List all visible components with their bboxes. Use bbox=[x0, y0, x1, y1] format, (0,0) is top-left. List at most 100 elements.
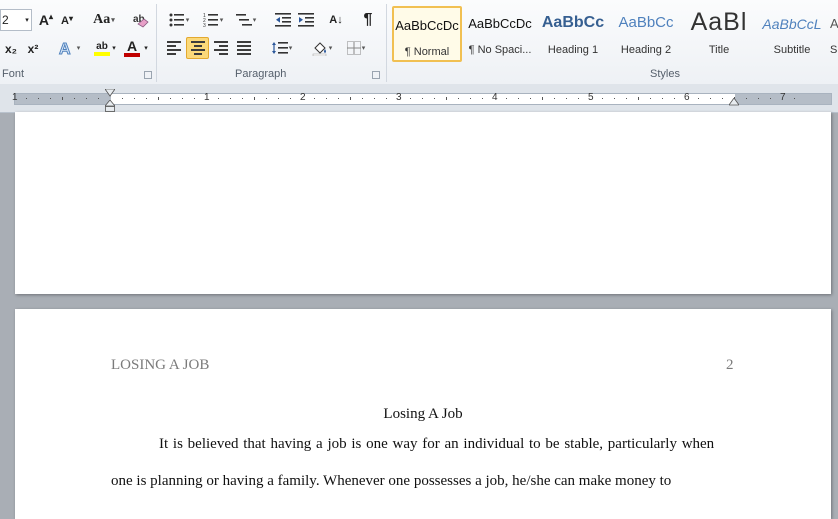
grow-font-button[interactable]: A ▴ bbox=[37, 9, 55, 31]
style-sample: Aa bbox=[830, 16, 838, 31]
increase-indent-button[interactable] bbox=[296, 9, 316, 31]
document-page-2[interactable]: LOSING A JOB 2 Losing A Job It is believ… bbox=[15, 309, 831, 519]
ruler-tick bbox=[746, 98, 747, 99]
clear-formatting-button[interactable]: ab bbox=[131, 9, 151, 31]
shading-button[interactable]: ▾ bbox=[308, 37, 336, 59]
align-center-icon bbox=[190, 39, 205, 57]
style-sample: AaBbCcL bbox=[762, 16, 822, 32]
highlight-icon: ab bbox=[96, 40, 108, 52]
line-spacing-icon bbox=[271, 42, 288, 54]
paragraph-group-label: Paragraph bbox=[235, 68, 287, 80]
font-dialog-launcher-icon[interactable] bbox=[144, 71, 152, 79]
style-name: Heading 1 bbox=[547, 44, 599, 56]
ruler-number: 2 bbox=[300, 92, 306, 103]
ruler-tick bbox=[578, 98, 579, 99]
highlight-dropdown-icon[interactable]: ▾ bbox=[109, 37, 119, 59]
show-formatting-marks-button[interactable]: ¶ bbox=[358, 9, 378, 31]
font-group-label: Font bbox=[2, 68, 25, 80]
change-case-button[interactable]: Aa ▾ bbox=[89, 9, 119, 31]
ruler-tick bbox=[50, 98, 51, 99]
first-line-indent-marker-icon[interactable] bbox=[105, 89, 115, 97]
ruler-tick bbox=[638, 97, 639, 100]
decrease-indent-icon bbox=[275, 13, 291, 27]
borders-button[interactable]: ▾ bbox=[342, 37, 370, 59]
increase-indent-icon bbox=[298, 13, 314, 27]
numbering-button[interactable]: 1 2 3 ▾ bbox=[198, 9, 228, 31]
style-sample: AaBl bbox=[690, 8, 748, 36]
font-size-dropdown-icon[interactable]: ▾ bbox=[22, 9, 32, 31]
align-right-icon bbox=[214, 39, 228, 57]
ruler-tick bbox=[710, 98, 711, 99]
align-center-button[interactable] bbox=[186, 37, 209, 59]
hanging-indent-marker-icon[interactable] bbox=[105, 100, 115, 112]
ruler-number: 5 bbox=[588, 92, 594, 103]
style-name: Title bbox=[708, 44, 730, 56]
ruler-tick bbox=[410, 98, 411, 99]
bullets-icon bbox=[169, 13, 184, 27]
superscript-icon: x² bbox=[27, 42, 39, 56]
style-subtle-emphasis[interactable]: Aa Su bbox=[830, 6, 838, 62]
subscript-button[interactable]: x₂ bbox=[2, 38, 20, 60]
group-separator bbox=[156, 4, 157, 82]
text-effects-button[interactable]: A ▾ bbox=[55, 37, 83, 59]
font-color-swatch bbox=[124, 52, 140, 57]
ruler-tick bbox=[158, 97, 159, 100]
svg-text:A: A bbox=[59, 41, 71, 57]
style-subtitle[interactable]: AaBbCcL Subtitle bbox=[757, 6, 827, 62]
style-no-spacing[interactable]: AaBbCcDc ¶ No Spaci... bbox=[465, 6, 535, 62]
font-color-button[interactable]: A bbox=[121, 37, 143, 59]
decrease-indent-button[interactable] bbox=[273, 9, 293, 31]
styles-gallery: AaBbCcDc ¶ Normal AaBbCcDc ¶ No Spaci...… bbox=[390, 3, 838, 65]
font-color-dropdown-icon[interactable]: ▾ bbox=[141, 37, 151, 59]
ruler-tick bbox=[422, 98, 423, 99]
horizontal-ruler[interactable]: 1 1 2 3 4 5 6 7 bbox=[0, 84, 838, 113]
ruler-tick bbox=[290, 98, 291, 99]
style-heading-1[interactable]: AaBbCc Heading 1 bbox=[538, 6, 608, 62]
ruler-tick bbox=[326, 98, 327, 99]
ruler-tick bbox=[626, 98, 627, 99]
style-heading-2[interactable]: AaBbCc Heading 2 bbox=[611, 6, 681, 62]
numbering-icon: 123 bbox=[203, 13, 218, 27]
pilcrow-icon: ¶ bbox=[363, 11, 373, 28]
justify-icon bbox=[237, 39, 251, 57]
ruler-tick bbox=[350, 97, 351, 100]
align-left-icon bbox=[167, 39, 181, 57]
ruler-tick bbox=[98, 98, 99, 99]
superscript-button[interactable]: x² bbox=[24, 38, 42, 60]
ruler-tick bbox=[230, 98, 231, 99]
ruler-strip bbox=[14, 93, 832, 105]
ruler-tick bbox=[446, 97, 447, 100]
ruler-number: 1 bbox=[12, 92, 18, 103]
body-text-line: It is believed that having a job is one … bbox=[159, 436, 715, 452]
ruler-number: 6 bbox=[684, 92, 690, 103]
style-normal[interactable]: AaBbCcDc ¶ Normal bbox=[392, 6, 462, 62]
align-right-button[interactable] bbox=[210, 37, 232, 59]
ruler-tick bbox=[386, 98, 387, 99]
align-left-button[interactable] bbox=[163, 37, 185, 59]
ruler-tick bbox=[722, 98, 723, 99]
multilevel-list-button[interactable]: ▾ bbox=[232, 9, 260, 31]
ruler-tick bbox=[602, 98, 603, 99]
ruler-tick bbox=[554, 98, 555, 99]
ruler-tick bbox=[182, 98, 183, 99]
paragraph-dialog-launcher-icon[interactable] bbox=[372, 71, 380, 79]
bullets-button[interactable]: ▾ bbox=[164, 9, 194, 31]
borders-icon bbox=[346, 41, 361, 55]
font-size-value: 2 bbox=[2, 13, 9, 27]
subscript-icon: x₂ bbox=[4, 42, 17, 56]
right-indent-marker-icon[interactable] bbox=[729, 98, 739, 106]
shrink-font-button[interactable]: A ▾ bbox=[58, 10, 76, 32]
style-sample: AaBbCcDc bbox=[468, 16, 532, 31]
style-title[interactable]: AaBl Title bbox=[684, 6, 754, 62]
line-spacing-button[interactable]: ▾ bbox=[268, 37, 296, 59]
highlight-color-swatch bbox=[94, 51, 110, 56]
ruler-number: 1 bbox=[204, 92, 210, 103]
ruler-tick bbox=[86, 98, 87, 99]
change-case-icon: Aa bbox=[93, 12, 111, 27]
ruler-tick bbox=[146, 98, 147, 99]
ruler-tick bbox=[530, 98, 531, 99]
document-page-1[interactable] bbox=[15, 112, 831, 294]
ruler-number: 7 bbox=[780, 92, 786, 103]
sort-button[interactable]: A↓ bbox=[325, 9, 347, 31]
justify-button[interactable] bbox=[233, 37, 255, 59]
